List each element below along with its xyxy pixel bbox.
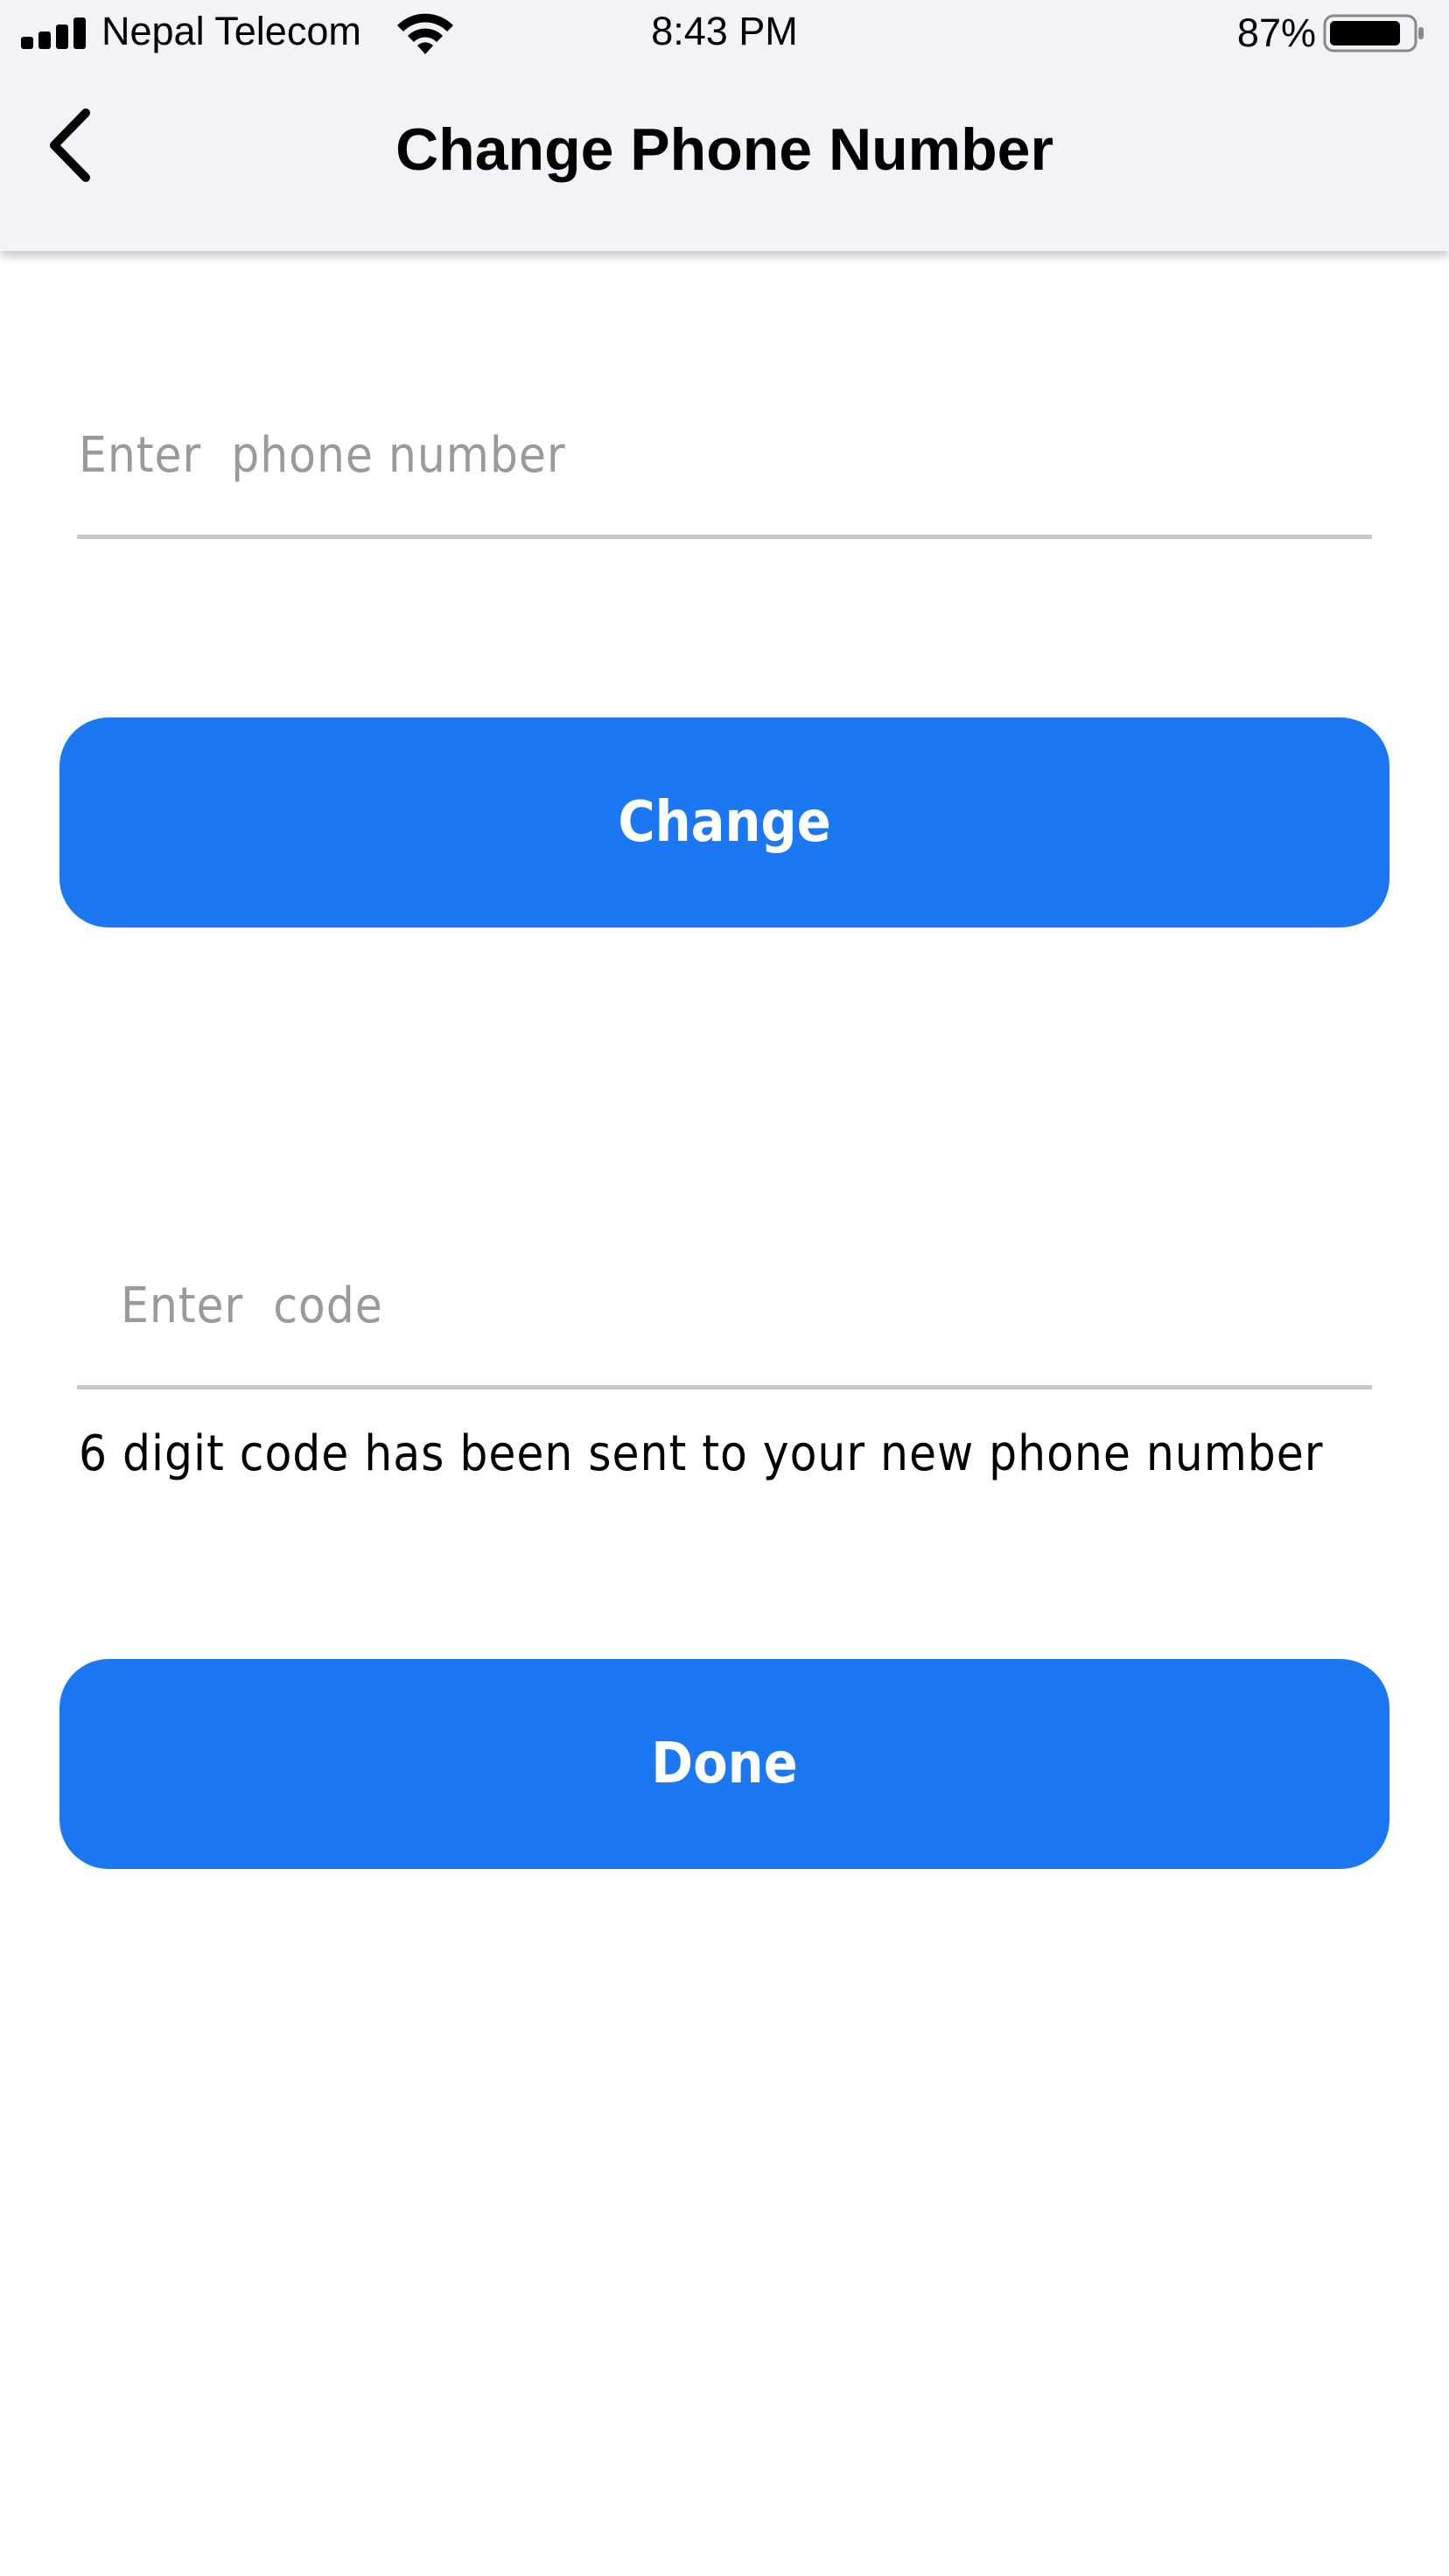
change-button[interactable]: Change — [60, 718, 1390, 928]
battery-percent: 87% — [1236, 10, 1316, 55]
status-time: 8:43 PM — [651, 9, 798, 53]
code-sent-hint: 6 digit code has been sent to your new p… — [79, 1425, 1324, 1482]
phone-number-field — [77, 411, 1372, 539]
done-button[interactable]: Done — [60, 1659, 1390, 1869]
verification-code-field — [77, 1262, 1372, 1390]
page-title: Change Phone Number — [396, 116, 1054, 183]
header: Nepal Telecom 8:43 PM 87% Change Phone N… — [0, 0, 1449, 251]
navigation-bar: Change Phone Number — [0, 66, 1449, 251]
status-bar: Nepal Telecom 8:43 PM 87% — [0, 0, 1449, 66]
verification-code-input[interactable] — [77, 1262, 1372, 1349]
phone-number-input[interactable] — [77, 411, 1372, 499]
change-phone-number-screen: Nepal Telecom 8:43 PM 87% Change Phone N… — [0, 0, 1449, 2576]
battery-icon — [1323, 14, 1424, 52]
